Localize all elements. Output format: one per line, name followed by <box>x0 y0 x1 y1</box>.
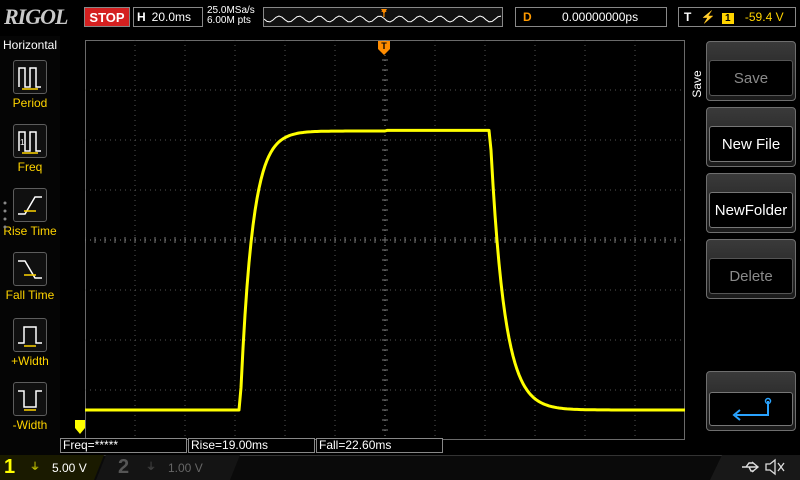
measure-period-button[interactable]: Period <box>0 60 60 110</box>
memory-map: T <box>263 7 503 27</box>
measurement-freq: Freq=***** <box>60 438 187 453</box>
measure-negative-width-button[interactable]: -Width <box>0 382 60 432</box>
rising-edge-icon: ⚡ <box>700 10 716 24</box>
period-label: Period <box>12 96 48 110</box>
new-folder-button-label: NewFolder <box>709 192 793 228</box>
timebase-display[interactable]: H 20.0ms <box>133 7 203 27</box>
channel1-ground-marker-icon[interactable] <box>74 419 86 435</box>
mute-icon[interactable] <box>764 458 786 476</box>
new-file-button[interactable]: New File <box>706 107 796 167</box>
horizontal-label: H <box>137 10 146 24</box>
save-button[interactable]: Save <box>706 41 796 101</box>
rise-time-label: Rise Time <box>3 224 57 238</box>
svg-text:1: 1 <box>20 138 25 147</box>
rise-time-icon <box>13 188 47 222</box>
waveform-display[interactable] <box>85 40 685 440</box>
memory-map-waveform: T <box>263 9 502 23</box>
run-stop-indicator[interactable]: STOP <box>84 7 130 27</box>
measure-rise-time-button[interactable]: Rise Time <box>0 188 60 238</box>
channel2-coupling-icon: ⏚ <box>146 462 156 473</box>
delete-button[interactable]: Delete <box>706 239 796 299</box>
return-arrow-icon <box>709 392 793 426</box>
delete-button-label: Delete <box>709 258 793 294</box>
new-folder-button[interactable]: NewFolder <box>706 173 796 233</box>
acquisition-info: 25.0MSa/s 6.00M pts <box>207 6 255 26</box>
fall-time-icon <box>13 252 47 286</box>
trigger-channel-badge: 1 <box>721 13 734 24</box>
period-icon <box>13 60 47 94</box>
save-button-label: Save <box>709 60 793 96</box>
measure-freq-button[interactable]: 1 Freq <box>0 124 60 174</box>
measure-positive-width-button[interactable]: +Width <box>0 318 60 368</box>
trigger-level: -59.4 V <box>744 10 784 24</box>
trigger-position-icon[interactable]: T <box>377 40 391 56</box>
positive-width-icon <box>13 318 47 352</box>
channel1-number[interactable]: 1 <box>4 456 15 479</box>
graticule <box>85 40 685 440</box>
frequency-icon: 1 <box>13 124 47 158</box>
trigger-position-label: T <box>381 41 387 51</box>
freq-label: Freq <box>17 160 43 174</box>
usb-icon <box>742 461 760 473</box>
channel1-coupling-icon: ⏚ <box>30 462 40 473</box>
memory-trigger-label: T <box>382 10 387 19</box>
channel1-scale[interactable]: 5.00 V <box>52 461 87 475</box>
menu-page-dots-icon <box>2 200 8 235</box>
delay-label: D <box>523 10 532 24</box>
measurement-rise: Rise=19.00ms <box>188 438 315 453</box>
positive-width-label: +Width <box>11 354 49 368</box>
channel2-scale[interactable]: 1.00 V <box>168 461 203 475</box>
timebase-value: 20.0ms <box>151 10 192 24</box>
trigger-label: T <box>684 10 692 24</box>
measure-menu-title: Horizontal <box>3 38 58 52</box>
memory-depth: 6.00M pts <box>207 15 251 26</box>
fall-time-label: Fall Time <box>5 288 55 302</box>
delay-value: 0.00000000ps <box>562 10 639 24</box>
back-button[interactable] <box>706 371 796 431</box>
trigger-display[interactable]: T ⚡ 1 -59.4 V <box>678 7 796 27</box>
measure-fall-time-button[interactable]: Fall Time <box>0 252 60 302</box>
rigol-logo: RIGOL <box>4 4 68 29</box>
negative-width-label: -Width <box>12 418 48 432</box>
negative-width-icon <box>13 382 47 416</box>
channel2-number[interactable]: 2 <box>118 456 129 479</box>
measurement-fall: Fall=22.60ms <box>316 438 443 453</box>
save-menu-tab-label: Save <box>690 70 704 98</box>
new-file-button-label: New File <box>709 126 793 162</box>
trigger-delay-display[interactable]: D 0.00000000ps <box>515 7 667 27</box>
save-menu-tab: Save <box>690 70 704 98</box>
